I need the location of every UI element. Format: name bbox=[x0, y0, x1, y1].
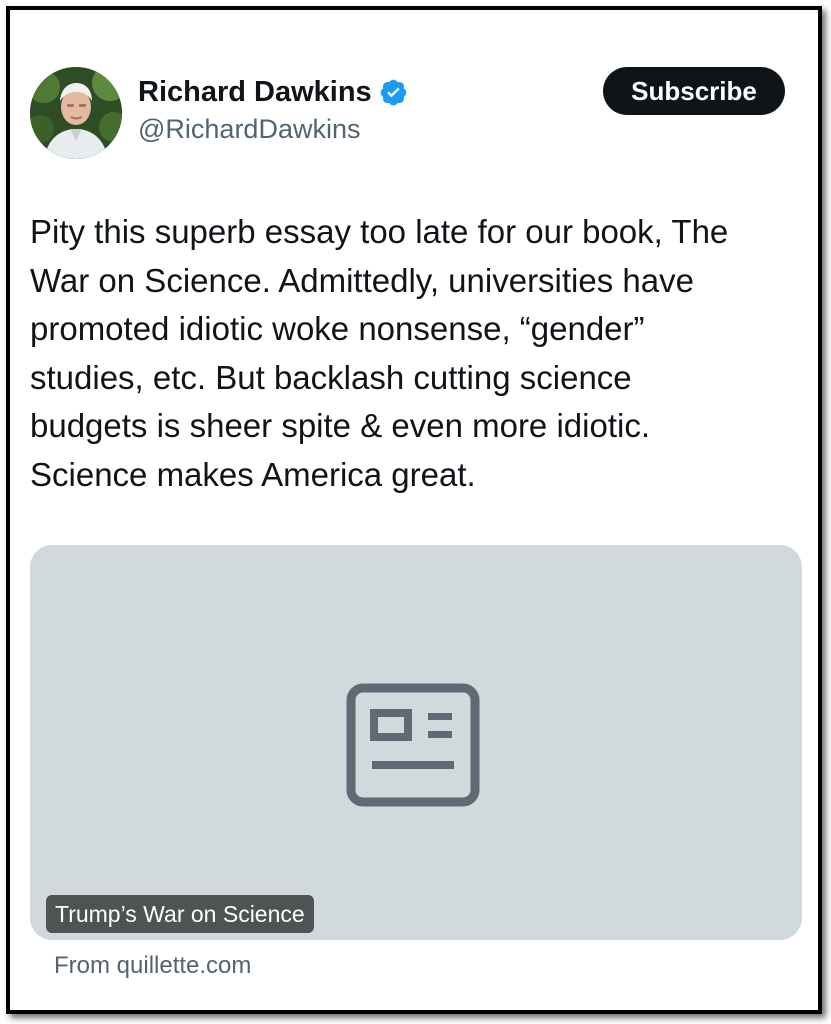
tweet-text-line: Pity this superb essay too late for our … bbox=[30, 213, 729, 250]
tweet-text-line: studies, etc. But backlash cutting scien… bbox=[30, 358, 632, 396]
article-icon bbox=[346, 683, 480, 807]
link-preview-card[interactable]: Trump’s War on Science bbox=[30, 545, 802, 940]
subscribe-button[interactable]: Subscribe bbox=[603, 67, 785, 115]
tweet-text-line: War on Science. Admittedly, universities… bbox=[30, 261, 694, 299]
link-card-title: Trump’s War on Science bbox=[46, 895, 314, 933]
author-display-name[interactable]: Richard Dawkins bbox=[138, 76, 372, 109]
author-handle[interactable]: @RichardDawkins bbox=[138, 114, 360, 145]
link-card-source[interactable]: From quillette.com bbox=[54, 952, 251, 980]
avatar[interactable] bbox=[30, 67, 122, 159]
tweet-text-line: promoted idiotic woke nonsense, “gender” bbox=[30, 310, 645, 347]
author-name-row: Richard Dawkins bbox=[138, 74, 408, 110]
verified-badge-icon bbox=[380, 78, 408, 106]
tweet-frame: Richard Dawkins @RichardDawkins Subscrib… bbox=[6, 6, 822, 1014]
tweet-text: Pity this superb essay too late for our … bbox=[30, 208, 800, 499]
tweet-text-line: budgets is sheer spite & even more idiot… bbox=[30, 407, 650, 444]
avatar-photo-icon bbox=[30, 67, 122, 159]
tweet-text-line: Science makes America great. bbox=[30, 455, 476, 493]
